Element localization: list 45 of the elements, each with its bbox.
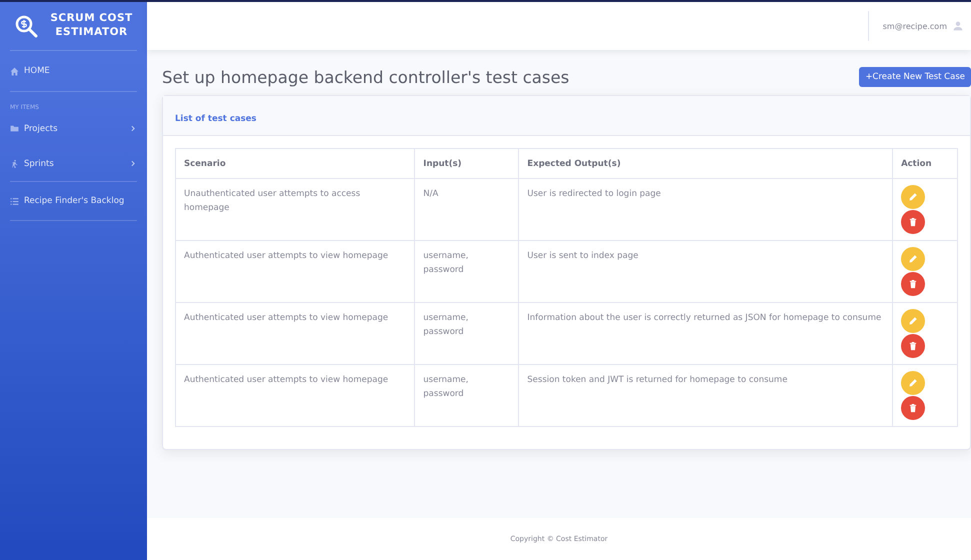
delete-button[interactable] bbox=[901, 334, 926, 358]
delete-button[interactable] bbox=[901, 272, 926, 296]
trash-icon bbox=[908, 341, 918, 351]
table-cell: Information about the user is correctly returned as JSON for homepage to consume bbox=[518, 302, 893, 364]
sidebar-item[interactable]: Recipe Finder's Backlog bbox=[10, 182, 137, 220]
sidebar-item[interactable]: Projects bbox=[10, 111, 137, 146]
column-header: Input(s) bbox=[414, 148, 519, 178]
table-cell: User is sent to index page bbox=[518, 240, 893, 302]
page-title: Set up homepage backend controller's test cases bbox=[162, 68, 570, 86]
trash-icon bbox=[908, 279, 918, 289]
column-header: Expected Output(s) bbox=[518, 148, 893, 178]
list-icon bbox=[10, 196, 19, 206]
home-icon bbox=[10, 66, 19, 76]
running-figure-icon bbox=[10, 159, 19, 168]
table-cell: N/A bbox=[414, 178, 519, 240]
table-cell: username, password bbox=[414, 240, 519, 302]
table-cell: Unauthenticated user attempts to access homepage bbox=[176, 178, 415, 240]
column-header: Action bbox=[892, 148, 958, 178]
trash-icon bbox=[908, 217, 918, 227]
pencil-icon bbox=[908, 378, 918, 388]
table-cell: Authenticated user attempts to view homepage bbox=[176, 302, 415, 364]
delete-button[interactable] bbox=[901, 210, 926, 234]
user-email[interactable]: sm@recipe.com bbox=[882, 22, 947, 30]
card-title: List of test cases bbox=[175, 114, 256, 124]
chevron-right-icon bbox=[130, 125, 137, 132]
table-cell: username, password bbox=[414, 364, 519, 426]
search-icon bbox=[14, 14, 38, 38]
column-header: Scenario bbox=[176, 148, 415, 178]
table-cell: Authenticated user attempts to view homepage bbox=[176, 364, 415, 426]
user-icon bbox=[953, 21, 963, 31]
table-cell: Session token and JWT is returned for homepage to consume bbox=[518, 364, 893, 426]
chevron-right-icon bbox=[130, 160, 137, 167]
trash-icon bbox=[908, 403, 918, 413]
sidebar-item[interactable]: Sprints bbox=[10, 146, 137, 181]
table-cell: username, password bbox=[414, 302, 519, 364]
pencil-icon bbox=[908, 316, 918, 326]
brand-title: SCRUM COST ESTIMATOR bbox=[49, 12, 134, 40]
pencil-icon bbox=[908, 192, 918, 202]
delete-button[interactable] bbox=[901, 396, 926, 420]
table-cell: User is redirected to login page bbox=[518, 178, 893, 240]
pencil-icon bbox=[908, 254, 918, 264]
create-test-case-button[interactable]: +Create New Test Case bbox=[859, 67, 971, 87]
home-link[interactable]: HOME bbox=[10, 51, 137, 91]
folder-icon bbox=[10, 124, 19, 133]
table-cell: Authenticated user attempts to view homepage bbox=[176, 240, 415, 302]
